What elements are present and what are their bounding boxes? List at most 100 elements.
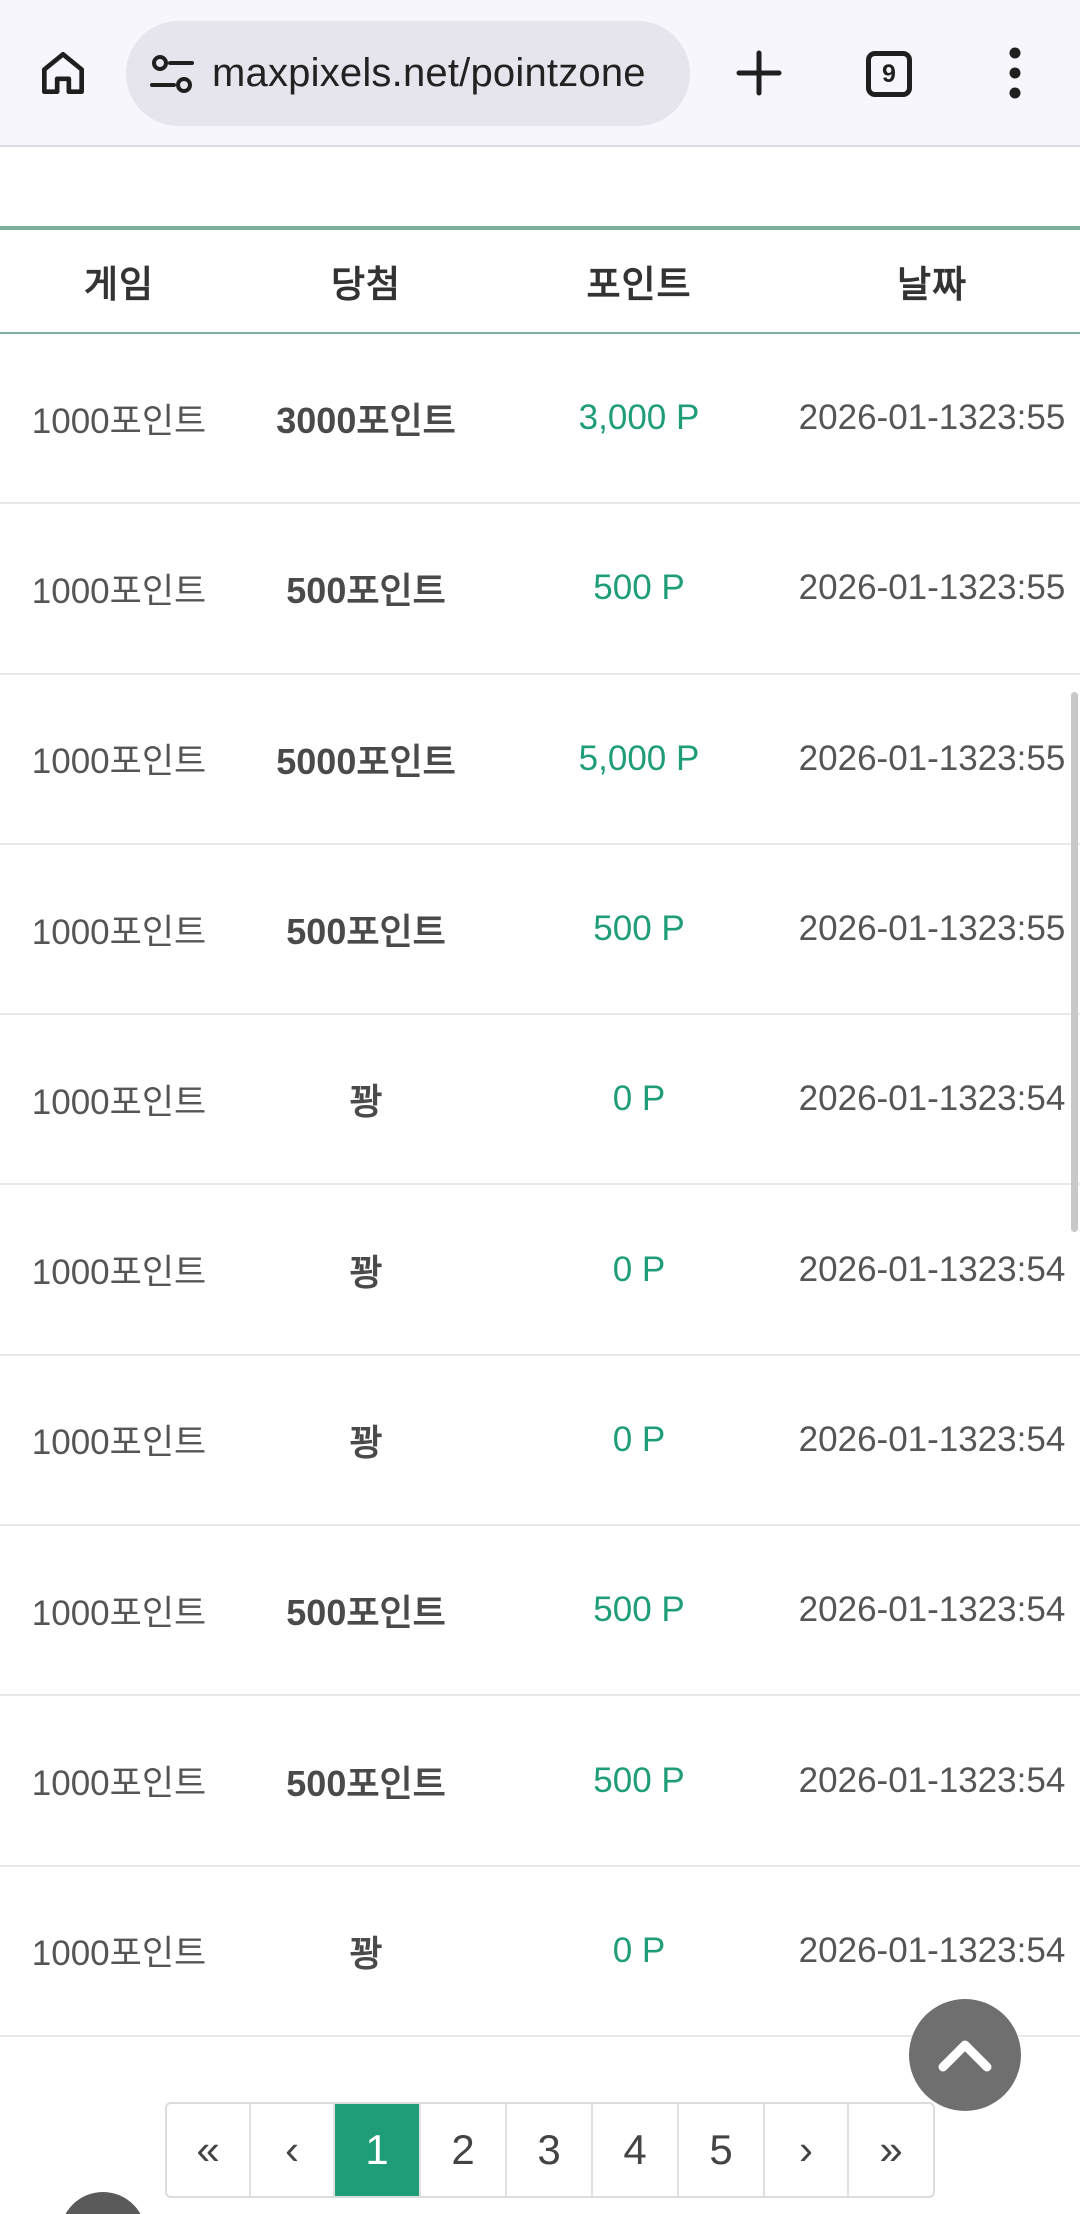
cell-game: 1000포인트 bbox=[31, 401, 207, 441]
cell-game: 1000포인트 bbox=[31, 1423, 207, 1463]
table-row: 1000포인트 3000포인트 3,000 P 2026-01-13 23:55 bbox=[0, 334, 1080, 505]
page-3-button[interactable]: 3 bbox=[507, 2104, 593, 2196]
site-settings-icon[interactable] bbox=[148, 51, 196, 97]
chevron-up-icon bbox=[938, 2040, 992, 2072]
browser-toolbar: maxpixels.net/pointzone 9 bbox=[0, 0, 1080, 147]
cell-point: 0 P bbox=[612, 1930, 666, 1970]
cell-date-day: 2026-01-13 bbox=[798, 1419, 978, 1459]
cell-point: 0 P bbox=[612, 1249, 666, 1289]
cell-date-day: 2026-01-13 bbox=[798, 568, 978, 608]
cell-point: 5,000 P bbox=[578, 738, 700, 778]
page-scrollbar[interactable] bbox=[1071, 692, 1078, 1232]
cell-date: 2026-01-13 23:55 bbox=[784, 675, 1080, 843]
cell-win: 3000포인트 bbox=[276, 400, 456, 442]
cell-win: 꽝 bbox=[349, 1251, 383, 1293]
cell-date-day: 2026-01-13 bbox=[798, 398, 978, 438]
cell-game: 1000포인트 bbox=[31, 912, 207, 952]
cell-point: 500 P bbox=[593, 1590, 685, 1630]
cell-win: 500포인트 bbox=[286, 911, 446, 953]
cell-date: 2026-01-13 23:54 bbox=[784, 1696, 1080, 1864]
cell-date-time: 23:54 bbox=[977, 1930, 1066, 1970]
back-to-top-button[interactable] bbox=[909, 1999, 1021, 2111]
table-header: 게임 당첨 포인트 날짜 bbox=[0, 226, 1080, 334]
header-win: 당첨 bbox=[330, 264, 402, 305]
cell-win: 꽝 bbox=[349, 1932, 383, 1974]
cell-win: 500포인트 bbox=[286, 1762, 446, 1804]
cell-point: 3,000 P bbox=[578, 398, 700, 438]
page-1-button[interactable]: 1 bbox=[335, 2104, 421, 2196]
tab-count: 9 bbox=[882, 59, 896, 88]
cell-date-time: 23:54 bbox=[977, 1249, 1066, 1289]
cell-point: 500 P bbox=[593, 1760, 685, 1800]
table-row: 1000포인트 5000포인트 5,000 P 2026-01-13 23:55 bbox=[0, 675, 1080, 845]
floating-action-button[interactable] bbox=[60, 2192, 146, 2214]
table-row: 1000포인트 500포인트 500 P 2026-01-13 23:55 bbox=[0, 845, 1080, 1016]
table-row: 1000포인트 꽝 0 P 2026-01-13 23:54 bbox=[0, 1356, 1080, 1527]
tab-switcher-icon: 9 bbox=[866, 51, 912, 97]
table-row: 1000포인트 500포인트 500 P 2026-01-13 23:54 bbox=[0, 1696, 1080, 1867]
cell-date-time: 23:55 bbox=[977, 738, 1066, 778]
cell-game: 1000포인트 bbox=[31, 571, 207, 611]
cell-game: 1000포인트 bbox=[31, 1082, 207, 1122]
cell-date-day: 2026-01-13 bbox=[798, 1590, 978, 1630]
cell-date: 2026-01-13 23:55 bbox=[784, 504, 1080, 672]
cell-date: 2026-01-13 23:54 bbox=[784, 1526, 1080, 1694]
page-next-button[interactable]: › bbox=[765, 2104, 849, 2196]
cell-game: 1000포인트 bbox=[31, 742, 207, 782]
cell-date-day: 2026-01-13 bbox=[798, 909, 978, 949]
cell-point: 500 P bbox=[593, 568, 685, 608]
cell-win: 500포인트 bbox=[286, 1592, 446, 1634]
cell-date-time: 23:54 bbox=[977, 1079, 1066, 1119]
page-last-button[interactable]: » bbox=[849, 2104, 933, 2196]
cell-date-time: 23:54 bbox=[977, 1760, 1066, 1800]
cell-date-time: 23:55 bbox=[977, 398, 1066, 438]
page-prev-button[interactable]: ‹ bbox=[251, 2104, 335, 2196]
cell-date-day: 2026-01-13 bbox=[798, 1079, 978, 1119]
header-game: 게임 bbox=[83, 264, 155, 305]
cell-date-day: 2026-01-13 bbox=[798, 738, 978, 778]
cell-date: 2026-01-13 23:55 bbox=[784, 845, 1080, 1013]
page-first-button[interactable]: « bbox=[167, 2104, 251, 2196]
header-date: 날짜 bbox=[896, 264, 968, 305]
cell-win: 500포인트 bbox=[286, 570, 446, 612]
table-body: 1000포인트 3000포인트 3,000 P 2026-01-13 23:55 1000… bbox=[0, 334, 1080, 2037]
cell-game: 1000포인트 bbox=[31, 1934, 207, 1974]
page-5-button[interactable]: 5 bbox=[679, 2104, 765, 2196]
cell-date-day: 2026-01-13 bbox=[798, 1249, 978, 1289]
cell-win: 꽝 bbox=[349, 1081, 383, 1123]
tab-switcher-button[interactable]: 9 bbox=[853, 44, 925, 104]
table-row: 1000포인트 꽝 0 P 2026-01-13 23:54 bbox=[0, 1867, 1080, 2037]
cell-point: 0 P bbox=[612, 1419, 666, 1459]
cell-date: 2026-01-13 23:54 bbox=[784, 1185, 1080, 1353]
cell-game: 1000포인트 bbox=[31, 1764, 207, 1804]
cell-date: 2026-01-13 23:54 bbox=[784, 1356, 1080, 1524]
points-history-table: 게임 당첨 포인트 날짜 1000포인트 3000포인트 3,000 P 2026-0… bbox=[0, 226, 1080, 2037]
cell-date-day: 2026-01-13 bbox=[798, 1930, 978, 1970]
table-row: 1000포인트 꽝 0 P 2026-01-13 23:54 bbox=[0, 1185, 1080, 1356]
cell-date-time: 23:55 bbox=[977, 568, 1066, 608]
cell-date: 2026-01-13 23:55 bbox=[784, 334, 1080, 502]
page-2-button[interactable]: 2 bbox=[421, 2104, 507, 2196]
cell-point: 500 P bbox=[593, 909, 685, 949]
page-4-button[interactable]: 4 bbox=[593, 2104, 679, 2196]
cell-game: 1000포인트 bbox=[31, 1253, 207, 1293]
cell-date-time: 23:54 bbox=[977, 1419, 1066, 1459]
address-bar[interactable]: maxpixels.net/pointzone bbox=[126, 21, 690, 126]
home-icon[interactable] bbox=[30, 40, 96, 106]
pagination: « ‹ 1 2 3 4 5 › » bbox=[165, 2102, 935, 2198]
table-row: 1000포인트 500포인트 500 P 2026-01-13 23:54 bbox=[0, 1526, 1080, 1697]
cell-date: 2026-01-13 23:54 bbox=[784, 1015, 1080, 1183]
cell-date-time: 23:54 bbox=[977, 1590, 1066, 1630]
cell-win: 꽝 bbox=[349, 1421, 383, 1463]
cell-point: 0 P bbox=[612, 1079, 666, 1119]
url-text[interactable]: maxpixels.net/pointzone bbox=[212, 45, 646, 101]
table-row: 1000포인트 500포인트 500 P 2026-01-13 23:55 bbox=[0, 504, 1080, 675]
more-vert-icon[interactable] bbox=[985, 40, 1045, 106]
cell-win: 5000포인트 bbox=[276, 740, 456, 782]
url-fade bbox=[650, 21, 690, 126]
cell-date-time: 23:55 bbox=[977, 909, 1066, 949]
cell-game: 1000포인트 bbox=[31, 1593, 207, 1633]
table-row: 1000포인트 꽝 0 P 2026-01-13 23:54 bbox=[0, 1015, 1080, 1186]
cell-date-day: 2026-01-13 bbox=[798, 1760, 978, 1800]
new-tab-icon[interactable] bbox=[723, 40, 795, 106]
